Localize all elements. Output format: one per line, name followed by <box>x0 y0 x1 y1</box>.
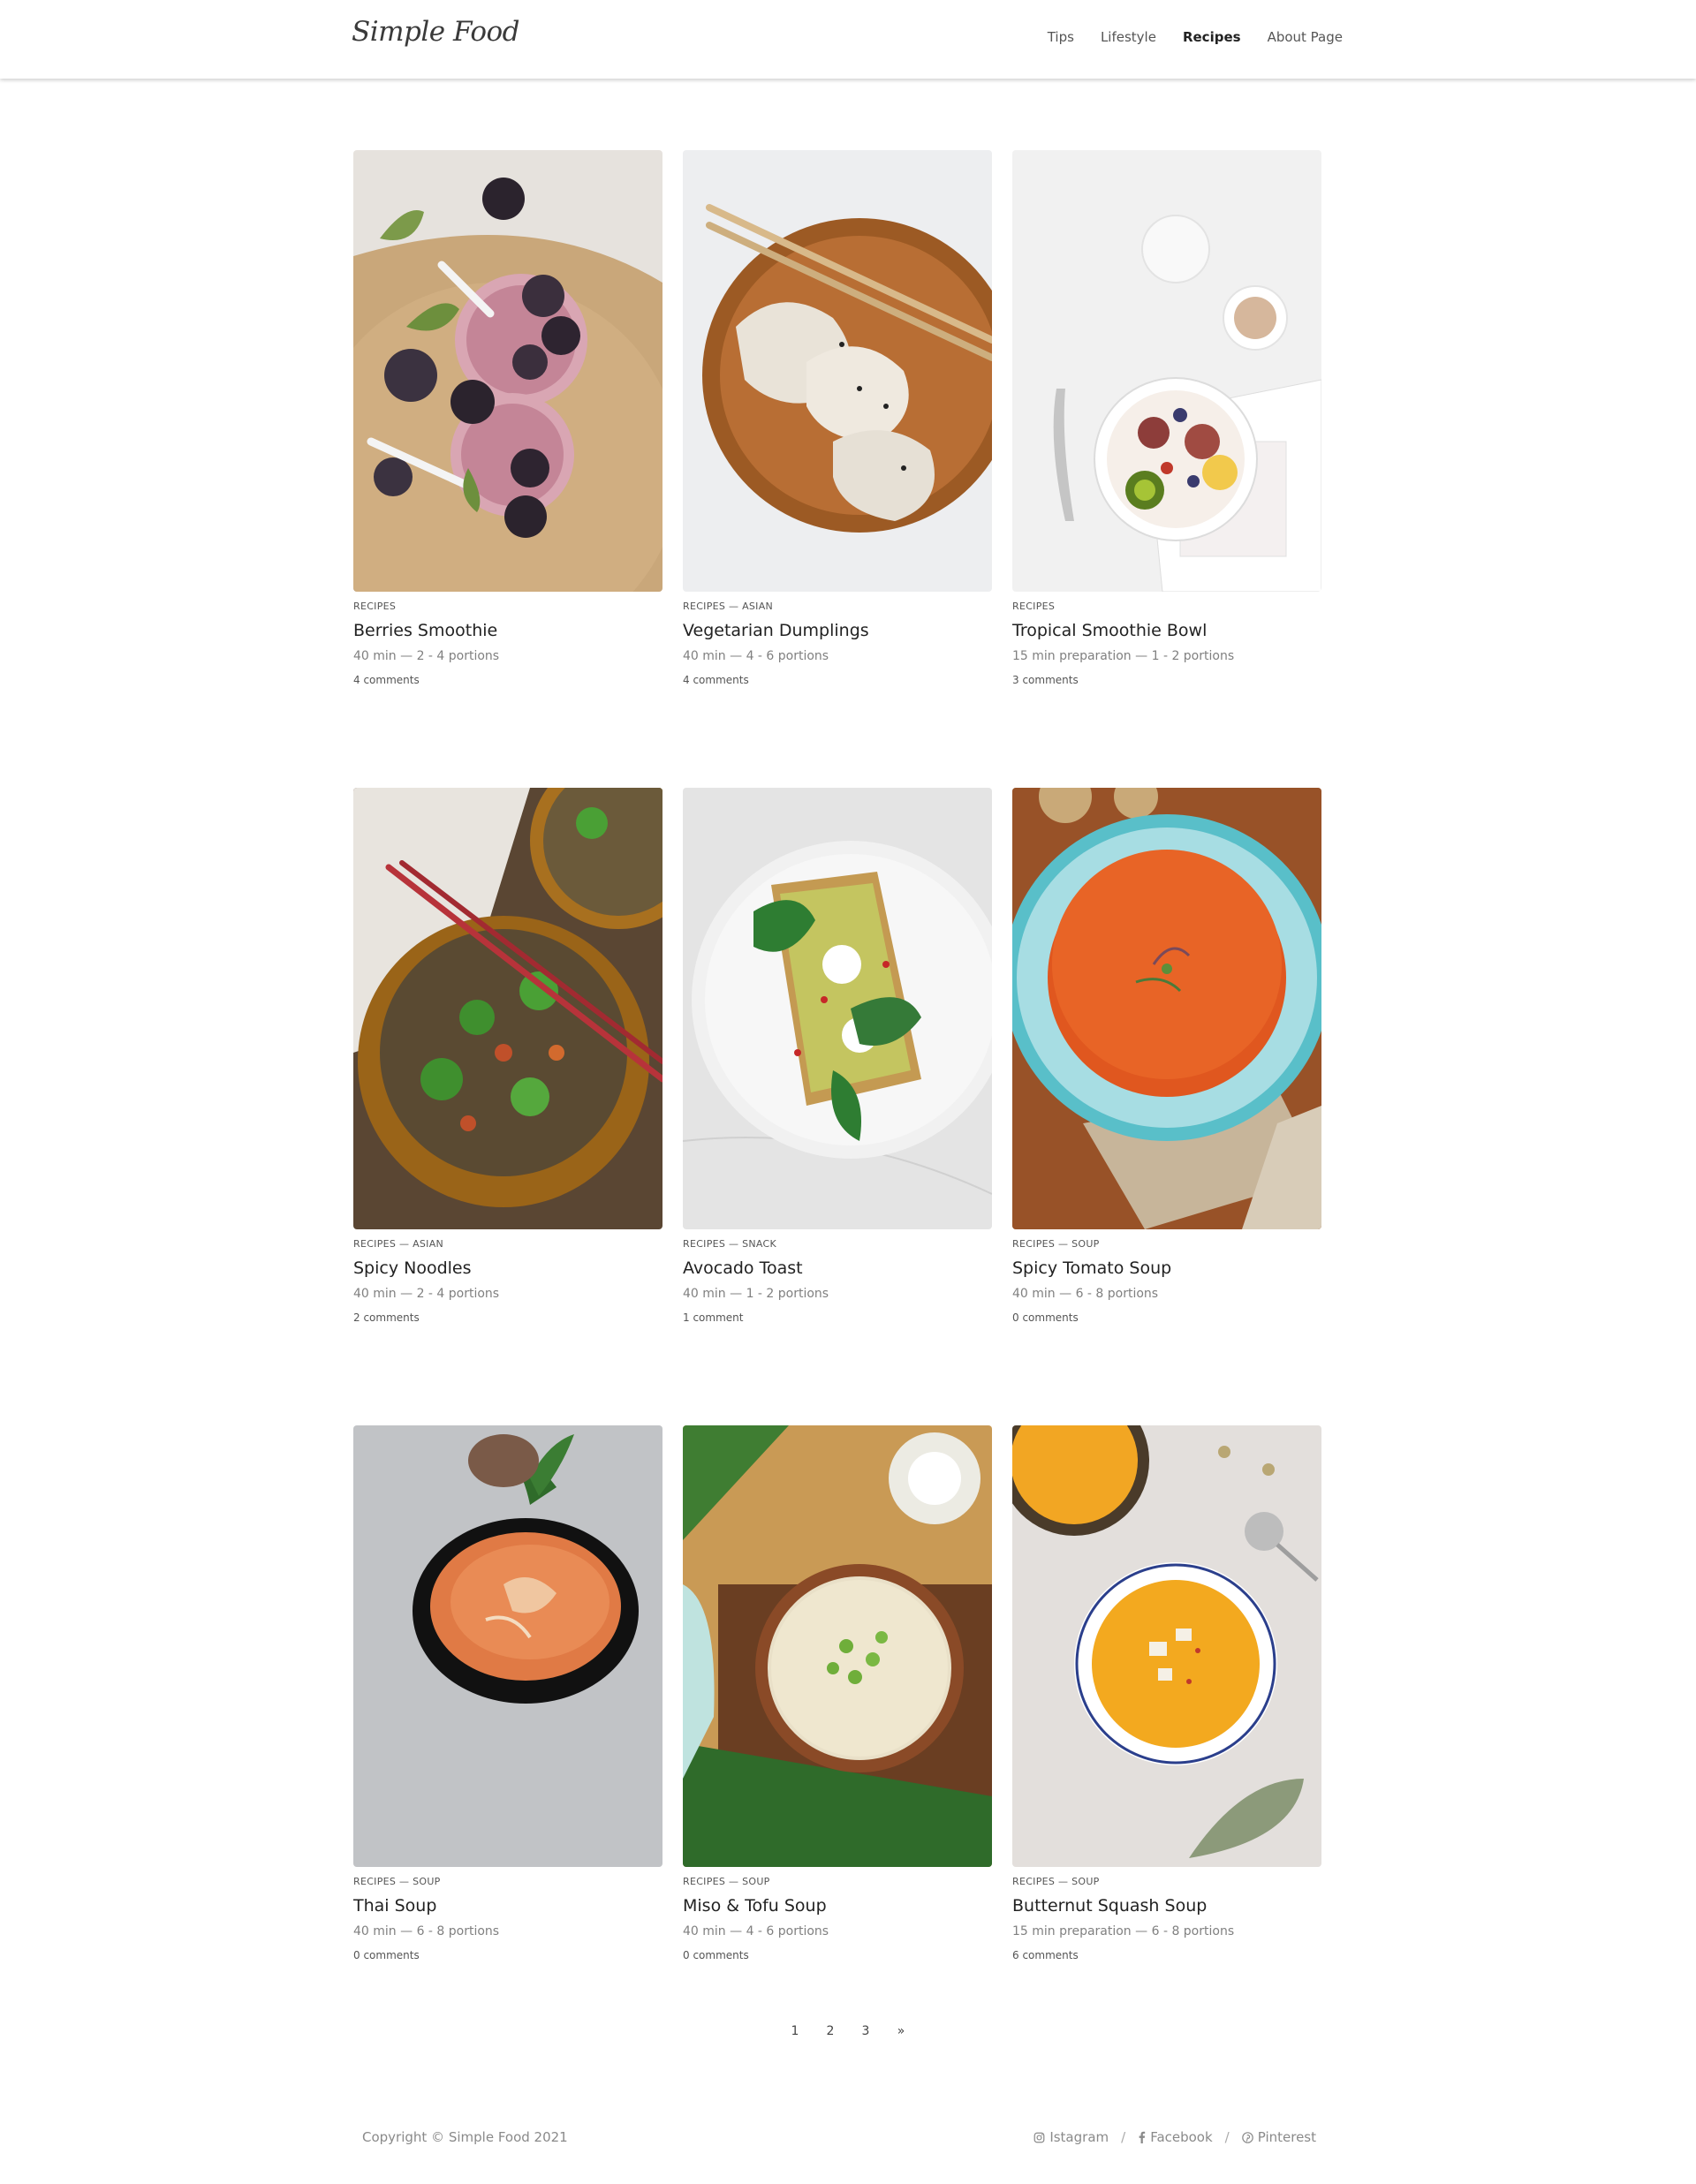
recipe-meta: 40 min — 4 - 6 portions <box>683 649 829 663</box>
page-3[interactable]: 3 <box>859 2024 872 2038</box>
avocado-toast-photo <box>683 788 992 1229</box>
recipe-image-avocado-toast[interactable] <box>683 788 992 1229</box>
recipe-category[interactable]: RECIPES — SOUP <box>1012 1238 1321 1251</box>
smoothie-bowl-photo <box>1012 150 1321 592</box>
site-header: Simple Food Tips Lifestyle Recipes About… <box>0 0 1696 79</box>
facebook-link[interactable]: Facebook <box>1138 2129 1213 2145</box>
thai-soup-photo <box>353 1425 662 1867</box>
recipe-category[interactable]: RECIPES <box>1012 601 1321 613</box>
recipe-comments[interactable]: 1 comment <box>683 1311 992 1326</box>
recipe-title[interactable]: Berries Smoothie <box>353 621 662 642</box>
recipe-title[interactable]: Spicy Tomato Soup <box>1012 1258 1321 1280</box>
separator: / <box>1121 2129 1126 2145</box>
recipe-meta: 15 min preparation — 6 - 8 portions <box>1012 1924 1235 1938</box>
nav-recipes[interactable]: Recipes <box>1183 29 1241 45</box>
recipe-category[interactable]: RECIPES — ASIAN <box>353 1238 662 1251</box>
recipe-meta: 40 min — 2 - 4 portions <box>353 1287 500 1301</box>
recipe-comments[interactable]: 0 comments <box>683 1949 992 1963</box>
recipe-image-miso-tofu-soup[interactable] <box>683 1425 992 1867</box>
recipe-meta: 40 min — 6 - 8 portions <box>353 1924 500 1938</box>
recipe-image-thai-soup[interactable] <box>353 1425 662 1867</box>
facebook-label: Facebook <box>1150 2129 1213 2145</box>
recipe-card: RECIPES — SOUP Butternut Squash Soup 15 … <box>1012 1425 1321 1975</box>
recipe-meta: 40 min — 4 - 6 portions <box>683 1924 829 1938</box>
recipe-meta: 40 min — 2 - 4 portions <box>353 649 500 663</box>
nav-lifestyle[interactable]: Lifestyle <box>1101 29 1156 45</box>
recipe-image-spicy-tomato-soup[interactable] <box>1012 788 1321 1229</box>
instagram-link[interactable]: Istagram <box>1034 2129 1109 2145</box>
page-2[interactable]: 2 <box>824 2024 837 2038</box>
recipe-title[interactable]: Vegetarian Dumplings <box>683 621 992 642</box>
recipe-title[interactable]: Miso & Tofu Soup <box>683 1896 992 1917</box>
miso-soup-photo <box>683 1425 992 1867</box>
recipe-meta: 15 min preparation — 1 - 2 portions <box>1012 649 1235 663</box>
nav-tips[interactable]: Tips <box>1048 29 1074 45</box>
pinterest-icon <box>1241 2131 1253 2143</box>
berries-smoothie-photo <box>353 150 662 592</box>
recipe-category[interactable]: RECIPES <box>353 601 662 613</box>
recipe-comments[interactable]: 3 comments <box>1012 674 1321 688</box>
recipe-card: RECIPES — SOUP Spicy Tomato Soup 40 min … <box>1012 788 1321 1337</box>
main-nav: Tips Lifestyle Recipes About Page <box>1048 29 1343 45</box>
recipe-meta: 40 min — 6 - 8 portions <box>1012 1287 1159 1301</box>
recipe-title[interactable]: Avocado Toast <box>683 1258 992 1280</box>
recipe-image-berries-smoothie[interactable] <box>353 150 662 592</box>
recipe-comments[interactable]: 0 comments <box>1012 1311 1321 1326</box>
pagination: 1 2 3 » <box>0 2024 1696 2038</box>
recipe-card: RECIPES — ASIAN Spicy Noodles 40 min — 2… <box>353 788 662 1337</box>
social-links: Istagram / Facebook / Pinterest <box>1034 2129 1316 2145</box>
dumplings-photo <box>683 150 992 592</box>
facebook-icon <box>1139 2131 1146 2143</box>
copyright: Copyright © Simple Food 2021 <box>362 2129 568 2145</box>
site-logo[interactable]: Simple Food <box>352 16 520 48</box>
pinterest-label: Pinterest <box>1257 2129 1316 2145</box>
spicy-noodles-photo <box>353 788 662 1229</box>
recipe-category[interactable]: RECIPES — ASIAN <box>683 601 992 613</box>
instagram-label: Istagram <box>1049 2129 1109 2145</box>
recipe-comments[interactable]: 2 comments <box>353 1311 662 1326</box>
recipe-card: RECIPES — ASIAN Vegetarian Dumplings 40 … <box>683 150 992 699</box>
recipe-card: RECIPES — SOUP Miso & Tofu Soup 40 min —… <box>683 1425 992 1975</box>
butternut-soup-photo <box>1012 1425 1321 1867</box>
recipe-image-vegetarian-dumplings[interactable] <box>683 150 992 592</box>
recipe-category[interactable]: RECIPES — SOUP <box>353 1876 662 1888</box>
page-1[interactable]: 1 <box>789 2024 801 2038</box>
recipe-card: RECIPES Tropical Smoothie Bowl 15 min pr… <box>1012 150 1321 699</box>
recipe-card: RECIPES — SOUP Thai Soup 40 min — 6 - 8 … <box>353 1425 662 1975</box>
recipe-comments[interactable]: 4 comments <box>683 674 992 688</box>
recipe-title[interactable]: Butternut Squash Soup <box>1012 1896 1321 1917</box>
recipe-image-spicy-noodles[interactable] <box>353 788 662 1229</box>
separator: / <box>1224 2129 1230 2145</box>
pinterest-link[interactable]: Pinterest <box>1241 2129 1316 2145</box>
recipe-image-butternut-squash-soup[interactable] <box>1012 1425 1321 1867</box>
recipe-card: RECIPES Berries Smoothie 40 min — 2 - 4 … <box>353 150 662 699</box>
next-page[interactable]: » <box>895 2024 907 2038</box>
recipe-comments[interactable]: 6 comments <box>1012 1949 1321 1963</box>
recipe-card: RECIPES — SNACK Avocado Toast 40 min — 1… <box>683 788 992 1337</box>
recipe-category[interactable]: RECIPES — SOUP <box>683 1876 992 1888</box>
nav-about-page[interactable]: About Page <box>1268 29 1343 45</box>
recipe-category[interactable]: RECIPES — SOUP <box>1012 1876 1321 1888</box>
recipe-title[interactable]: Spicy Noodles <box>353 1258 662 1280</box>
recipe-title[interactable]: Thai Soup <box>353 1896 662 1917</box>
tomato-soup-photo <box>1012 788 1321 1229</box>
recipe-category[interactable]: RECIPES — SNACK <box>683 1238 992 1251</box>
recipe-comments[interactable]: 4 comments <box>353 674 662 688</box>
recipe-title[interactable]: Tropical Smoothie Bowl <box>1012 621 1321 642</box>
recipe-meta: 40 min — 1 - 2 portions <box>683 1287 829 1301</box>
instagram-icon <box>1034 2132 1045 2142</box>
recipe-comments[interactable]: 0 comments <box>353 1949 662 1963</box>
recipe-image-tropical-smoothie-bowl[interactable] <box>1012 150 1321 592</box>
recipe-grid: RECIPES Berries Smoothie 40 min — 2 - 4 … <box>353 150 1321 1975</box>
